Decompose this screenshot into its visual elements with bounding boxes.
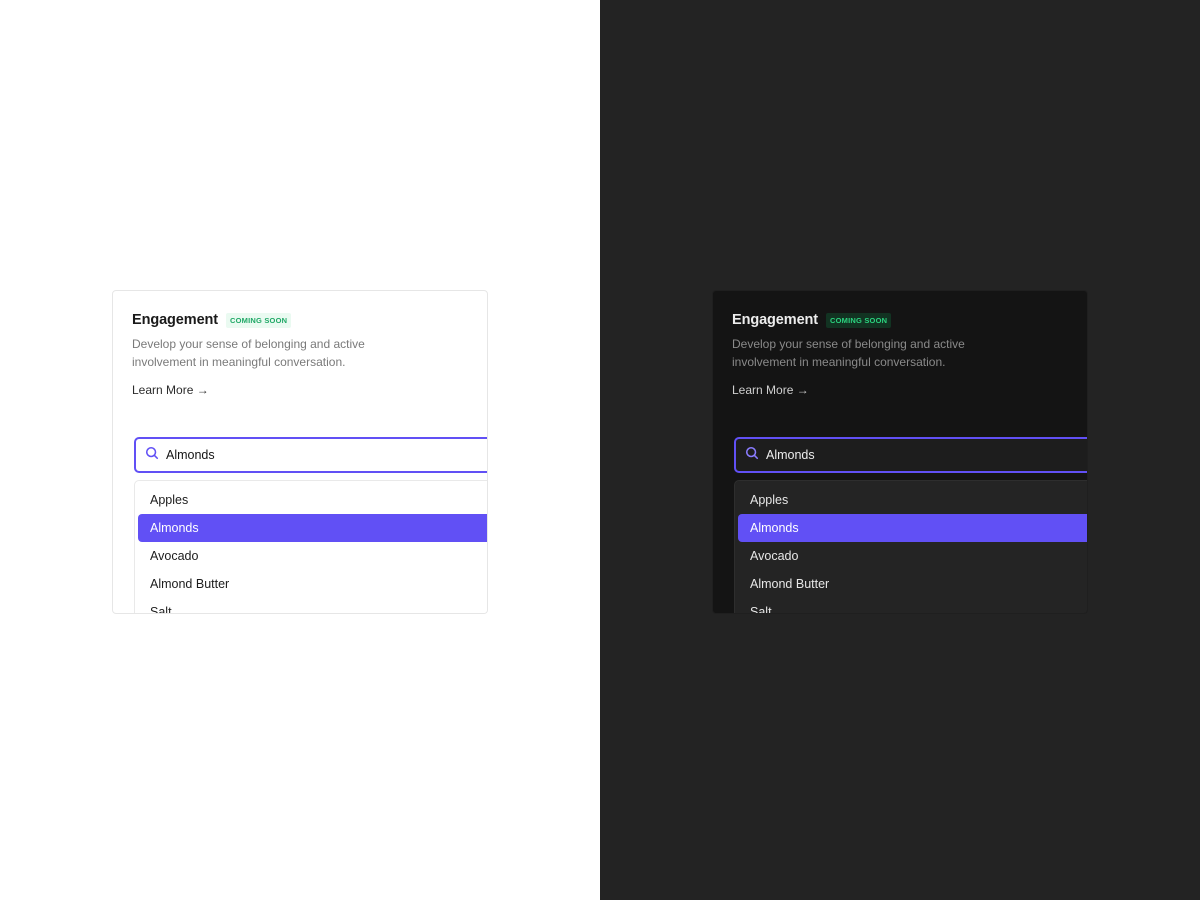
list-item-selected[interactable]: Almonds	[738, 514, 1087, 542]
card-header: Engagement COMING SOON	[132, 312, 292, 328]
dark-theme-panel: Engagement COMING SOON Develop your sens…	[600, 0, 1200, 900]
card-description: Develop your sense of belonging and acti…	[132, 337, 365, 369]
list-item[interactable]: Almond Butter	[138, 570, 487, 598]
card-title: Engagement	[132, 312, 219, 328]
card-title: Engagement	[732, 312, 819, 328]
list-item[interactable]: Almond Butter	[738, 570, 1087, 598]
engagement-card: Engagement COMING SOON Develop your sens…	[112, 290, 488, 614]
search-value: Almonds	[766, 448, 815, 462]
search-input[interactable]: Almonds	[734, 437, 1087, 473]
card-header: Engagement COMING SOON	[732, 312, 892, 328]
suggestion-list: Apples Almonds Avocado Almond Butter Sal…	[134, 480, 487, 613]
card-description: Develop your sense of belonging and acti…	[732, 337, 965, 369]
list-item[interactable]: Salt	[138, 598, 487, 613]
learn-more-link[interactable]: Learn More →	[132, 383, 209, 397]
search-icon	[145, 446, 159, 465]
list-item[interactable]: Salt	[738, 598, 1087, 613]
coming-soon-badge: COMING SOON	[226, 312, 292, 328]
search-icon	[745, 446, 759, 465]
learn-more-link[interactable]: Learn More →	[732, 383, 809, 397]
light-theme-panel: Engagement COMING SOON Develop your sens…	[0, 0, 600, 900]
list-item[interactable]: Apples	[138, 486, 487, 514]
engagement-card: Engagement COMING SOON Develop your sens…	[712, 290, 1088, 614]
search-value: Almonds	[166, 448, 215, 462]
list-item-selected[interactable]: Almonds	[138, 514, 487, 542]
list-item[interactable]: Apples	[738, 486, 1087, 514]
search-input[interactable]: Almonds	[134, 437, 487, 473]
coming-soon-badge: COMING SOON	[826, 312, 892, 328]
list-item[interactable]: Avocado	[138, 542, 487, 570]
suggestion-list: Apples Almonds Avocado Almond Butter Sal…	[734, 480, 1087, 613]
list-item[interactable]: Avocado	[738, 542, 1087, 570]
